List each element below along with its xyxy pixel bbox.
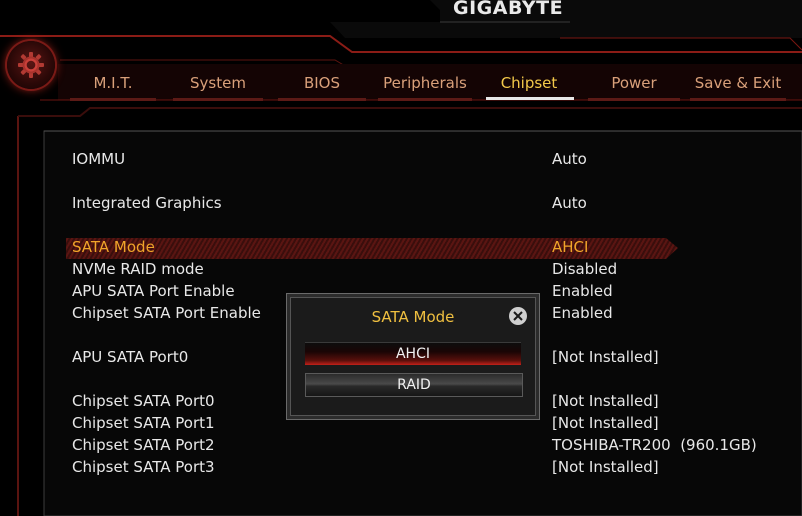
gigabyte-logo: GIGABYTE ™ [453,0,573,19]
tab-mit[interactable]: M.I.T. [70,74,156,94]
tab-peripherals-underline [378,98,472,101]
tab-peripherals[interactable]: Peripherals [378,74,472,94]
setting-value: [Not Installed] [552,392,659,410]
tab-chipset-underline [486,97,574,100]
setting-label: Chipset SATA Port0 [72,392,215,410]
tab-save-exit[interactable]: Save & Exit [690,74,786,94]
setting-value[interactable]: Enabled [552,281,613,301]
setting-label: Integrated Graphics [72,194,222,212]
option-ahci[interactable]: AHCI [305,342,521,365]
setting-value: [Not Installed] [552,458,659,476]
setting-value[interactable]: AHCI [552,237,588,257]
setting-row-chipset-sata-port3: Chipset SATA Port3 [Not Installed] [72,457,752,477]
close-icon[interactable] [509,307,527,325]
setting-label: Chipset SATA Port2 [72,436,215,454]
sata-mode-popup: SATA Mode AHCI RAID [286,293,540,420]
setting-value[interactable]: Enabled [552,303,613,323]
tab-save-exit-underline [690,98,786,101]
setting-value[interactable]: Disabled [552,259,617,279]
setting-row-integrated-graphics[interactable]: Integrated Graphics Auto [72,193,752,213]
setting-value[interactable]: Auto [552,193,587,213]
setting-row-nvme-raid-mode[interactable]: NVMe RAID mode Disabled [72,259,752,279]
setting-label: SATA Mode [72,238,155,256]
setting-row-iommu[interactable]: IOMMU Auto [72,149,752,169]
setting-label: NVMe RAID mode [72,260,204,278]
tab-bios-underline [278,98,366,101]
setting-value: [Not Installed] [552,414,659,432]
tab-system-underline [173,98,263,101]
setting-label: APU SATA Port0 [72,348,189,366]
setting-label: Chipset SATA Port3 [72,458,215,476]
setting-value: [Not Installed] [552,348,659,366]
setting-label: APU SATA Port Enable [72,282,235,300]
option-raid[interactable]: RAID [305,373,523,397]
setting-row-sata-mode[interactable]: SATA Mode AHCI [72,237,752,257]
tab-power[interactable]: Power [588,74,680,94]
setting-label: Chipset SATA Port Enable [72,304,261,322]
setting-value[interactable]: Auto [552,149,587,169]
tab-bios[interactable]: BIOS [278,74,366,94]
setting-label: IOMMU [72,150,126,168]
tab-power-underline [588,98,680,101]
popup-title: SATA Mode [371,308,455,326]
setting-row-chipset-sata-port2: Chipset SATA Port2 TOSHIBA-TR200 (960.1G… [72,435,757,455]
tab-system[interactable]: System [173,74,263,94]
setting-value: TOSHIBA-TR200 (960.1GB) [552,436,757,454]
setting-label: Chipset SATA Port1 [72,414,215,432]
tab-mit-underline [70,98,156,101]
tab-chipset[interactable]: Chipset [484,74,574,94]
gear-icon[interactable] [7,41,55,89]
